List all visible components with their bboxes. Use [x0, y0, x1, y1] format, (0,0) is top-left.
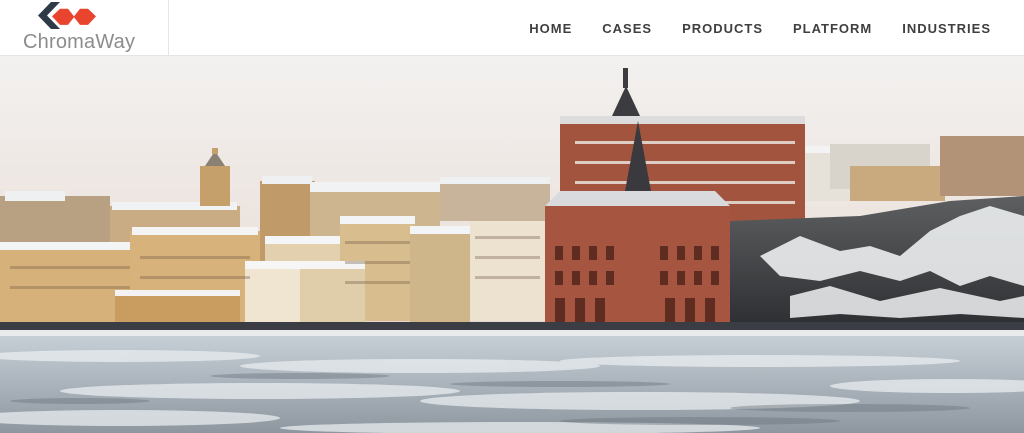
- nav-cases[interactable]: CASES: [587, 21, 667, 36]
- site-header: ChromaWay HOME CASES PRODUCTS PLATFORM I…: [0, 0, 1024, 56]
- brand-logo[interactable]: ChromaWay: [0, 0, 169, 56]
- nav-products[interactable]: PRODUCTS: [667, 21, 778, 36]
- hero-image: [0, 56, 1024, 433]
- nav-home[interactable]: HOME: [514, 21, 587, 36]
- chromaway-logo-icon: [38, 2, 96, 29]
- nav-industries[interactable]: INDUSTRIES: [887, 21, 1006, 36]
- main-nav: HOME CASES PRODUCTS PLATFORM INDUSTRIES: [514, 0, 1006, 56]
- brand-name: ChromaWay: [23, 31, 136, 53]
- winter-city-scene: [0, 56, 1024, 433]
- nav-platform[interactable]: PLATFORM: [778, 21, 887, 36]
